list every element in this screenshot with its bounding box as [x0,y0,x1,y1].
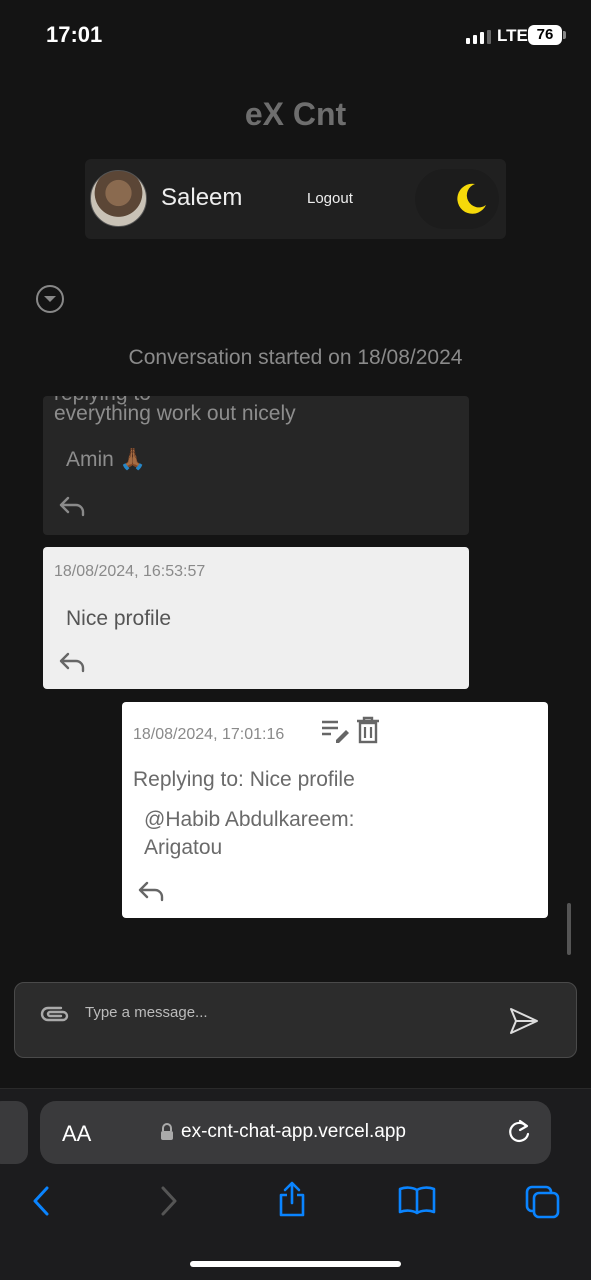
reload-icon[interactable] [506,1118,532,1151]
share-icon[interactable] [278,1181,306,1222]
message-text-line: @Habib Abdulkareem: [144,808,355,831]
send-icon[interactable] [509,1007,539,1040]
text-size-label: AA [62,1121,92,1146]
edit-icon[interactable] [320,716,350,749]
back-icon[interactable] [30,1185,52,1222]
message-text-line: Arigatou [144,836,223,859]
logout-button[interactable]: Logout [307,190,353,207]
battery-icon: 76 [528,25,562,45]
theme-toggle[interactable] [415,169,499,229]
message-reply-text: Amin 🙏🏾 [66,448,146,471]
user-card: Saleem Logout [85,159,506,239]
signal-icon [466,30,491,44]
chevron-down-icon[interactable] [35,284,65,319]
battery-tip [563,31,566,39]
address-bar[interactable]: AA ex-cnt-chat-app.vercel.app [40,1101,551,1164]
avatar[interactable] [90,170,147,227]
trash-icon[interactable] [356,716,380,749]
message-text: everything work out nicely [54,402,296,425]
url-text: ex-cnt-chat-app.vercel.app [181,1121,406,1142]
message-bubble-own: 18/08/2024, 17:01:16 Replying to: Nice p… [122,702,548,918]
replying-to-label: Replying to: Nice profile [133,768,355,791]
reply-icon[interactable] [58,650,86,679]
previous-tab[interactable] [0,1101,28,1164]
message-timestamp: 18/08/2024, 17:01:16 [133,726,285,743]
paperclip-icon[interactable] [39,1003,71,1030]
message-bubble: 18/08/2024, 16:53:57 Nice profile [43,547,469,689]
app-title: eX Cnt [244,96,347,132]
moon-icon [457,183,486,214]
browser-toolbar: AA ex-cnt-chat-app.vercel.app [0,1088,591,1280]
network-label: LTE [497,26,528,45]
status-bar: 17:01 LTE 76 [0,0,591,70]
message-input[interactable] [85,999,485,1025]
reply-icon[interactable] [137,879,165,908]
message-composer [14,982,577,1058]
message-bubble: replying to everything work out nicely A… [43,396,469,535]
lock-icon [160,1123,174,1146]
scrollbar[interactable] [567,903,571,955]
status-time: 17:01 [46,22,103,47]
text-size-button[interactable]: AA [62,1121,91,1147]
message-timestamp: 18/08/2024, 16:53:57 [54,563,206,580]
forward-icon[interactable] [158,1185,180,1222]
message-text: Nice profile [66,607,172,630]
tabs-icon[interactable] [525,1185,561,1224]
username: Saleem [161,184,243,211]
bookmarks-icon[interactable] [398,1185,436,1220]
reply-icon[interactable] [58,494,86,523]
home-indicator [190,1261,401,1267]
conversation-started-label: Conversation started on 18/08/2024 [128,346,463,369]
